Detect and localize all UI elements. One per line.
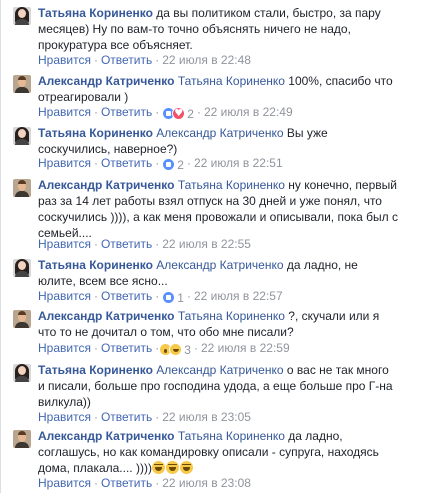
- mention-tag[interactable]: Татьяна Кориненко: [178, 178, 285, 192]
- separator: ·: [93, 237, 98, 251]
- avatar[interactable]: [13, 179, 31, 197]
- reactions[interactable]: 2: [162, 107, 194, 121]
- comment-actions: Нравится · Ответить · 22 июля в 23:05: [38, 410, 251, 424]
- mention-tag[interactable]: Татьяна Кориненко: [178, 74, 285, 88]
- separator: ·: [93, 289, 98, 303]
- separator: ·: [93, 156, 98, 170]
- separator: ·: [93, 410, 98, 424]
- mention-tag[interactable]: Татьяна Кориненко: [178, 309, 285, 323]
- like-link[interactable]: Нравится: [38, 156, 91, 170]
- separator: ·: [155, 237, 160, 251]
- reply-link[interactable]: Ответить: [101, 289, 152, 303]
- avatar[interactable]: [13, 127, 31, 145]
- comment-actions: Нравится · Ответить · 22 июля в 22:48: [38, 53, 251, 67]
- reply-link[interactable]: Ответить: [101, 53, 152, 67]
- like-link[interactable]: Нравится: [38, 237, 91, 251]
- timestamp[interactable]: 22 июля в 23:05: [162, 410, 251, 424]
- reactions[interactable]: 2: [162, 158, 184, 172]
- comment-author[interactable]: Татьяна Кориненко: [38, 258, 153, 272]
- separator: ·: [155, 53, 160, 67]
- timestamp[interactable]: 22 июля в 22:49: [204, 105, 293, 119]
- reply-link[interactable]: Ответить: [101, 156, 152, 170]
- love-reaction-icon: [172, 107, 186, 121]
- reaction-count: 2: [177, 158, 184, 172]
- comment-body: Александр Катриченко Татьяна Кориненко 1…: [38, 73, 398, 105]
- comment-body: Татьяна Кориненко Александр Катриченко В…: [38, 125, 398, 157]
- reply-link[interactable]: Ответить: [101, 476, 152, 490]
- comment-actions: Нравится · Ответить · 22 июля в 22:55: [38, 237, 251, 251]
- laughing-emoji-icon: [151, 461, 165, 474]
- separator: ·: [186, 289, 191, 303]
- timestamp[interactable]: 22 июля в 22:59: [201, 341, 290, 355]
- like-link[interactable]: Нравится: [38, 105, 91, 119]
- comment-body: Татьяна Кориненко да вы политиком стали,…: [38, 5, 398, 53]
- comment-actions: Нравится · Ответить · 1 · 22 июля в 22:57: [38, 289, 283, 305]
- avatar[interactable]: [13, 364, 31, 382]
- avatar[interactable]: [13, 259, 31, 277]
- comment-author[interactable]: Татьяна Кориненко: [38, 126, 153, 140]
- timestamp[interactable]: 22 июля в 22:57: [194, 289, 283, 303]
- like-link[interactable]: Нравится: [38, 410, 91, 424]
- avatar[interactable]: [13, 430, 31, 448]
- separator: ·: [155, 410, 160, 424]
- timestamp[interactable]: 22 июля в 22:48: [162, 53, 251, 67]
- comment-author[interactable]: Татьяна Кориненко: [38, 363, 153, 377]
- comment-body: Александр Катриченко Татьяна Кориненко ?…: [38, 308, 398, 340]
- separator: ·: [196, 105, 201, 119]
- reaction-count: 2: [187, 107, 194, 121]
- timestamp[interactable]: 22 июля в 22:55: [162, 237, 251, 251]
- comment-author[interactable]: Татьяна Кориненко: [38, 6, 153, 20]
- reaction-count: 1: [177, 291, 184, 305]
- reply-link[interactable]: Ответить: [101, 237, 152, 251]
- avatar[interactable]: [13, 75, 31, 93]
- comment-actions: Нравится · Ответить · 2 · 22 июля в 22:51: [38, 156, 283, 172]
- like-link[interactable]: Нравится: [38, 476, 91, 490]
- separator: ·: [155, 289, 160, 303]
- separator: ·: [186, 156, 191, 170]
- comment-body: Татьяна Кориненко Александр Катриченко д…: [38, 257, 398, 289]
- timestamp[interactable]: 22 июля в 23:08: [162, 476, 251, 490]
- comment-actions: Нравится · Ответить · 3 · 22 июля в 22:59: [38, 341, 290, 357]
- comment-thread: Татьяна Кориненко да вы политиком стали,…: [0, 0, 425, 493]
- separator: ·: [93, 476, 98, 490]
- like-reaction-icon: [162, 291, 176, 304]
- comment-author[interactable]: Александр Катриченко: [38, 74, 174, 88]
- separator: ·: [93, 105, 98, 119]
- reactions[interactable]: 3: [159, 343, 191, 357]
- avatar[interactable]: [13, 310, 31, 328]
- comment-body: Александр Катриченко Татьяна Кориненко н…: [38, 177, 398, 241]
- separator: ·: [93, 53, 98, 67]
- laughing-emoji-icon: [165, 461, 179, 474]
- comment-body: Татьяна Кориненко Александр Катриченко о…: [38, 362, 398, 410]
- haha-reaction-icon: [169, 343, 183, 356]
- avatar[interactable]: [13, 7, 31, 25]
- reply-link[interactable]: Ответить: [101, 410, 152, 424]
- like-reaction-icon: [162, 158, 176, 171]
- timestamp[interactable]: 22 июля в 22:51: [194, 156, 283, 170]
- laughing-emoji-icon: [179, 461, 193, 474]
- separator: ·: [155, 156, 160, 170]
- like-link[interactable]: Нравится: [38, 289, 91, 303]
- like-link[interactable]: Нравится: [38, 341, 91, 355]
- like-link[interactable]: Нравится: [38, 53, 91, 67]
- mention-tag[interactable]: Александр Катриченко: [156, 258, 283, 272]
- reaction-count: 3: [184, 343, 191, 357]
- reactions[interactable]: 1: [162, 291, 184, 305]
- separator: ·: [193, 341, 198, 355]
- comment-actions: Нравится · Ответить · 22 июля в 23:08: [38, 476, 251, 490]
- reply-link[interactable]: Ответить: [101, 105, 152, 119]
- comment-author[interactable]: Александр Катриченко: [38, 178, 174, 192]
- comment-body: Александр Катриченко Татьяна Кориненко д…: [38, 428, 398, 476]
- mention-tag[interactable]: Татьяна Кориненко: [178, 429, 285, 443]
- separator: ·: [155, 476, 160, 490]
- mention-tag[interactable]: Александр Катриченко: [156, 126, 283, 140]
- mention-tag[interactable]: Александр Катриченко: [156, 363, 283, 377]
- comment-actions: Нравится·Ответить·2·22 июля в 22:49: [38, 105, 293, 121]
- separator: ·: [93, 341, 98, 355]
- separator: ·: [155, 105, 160, 119]
- comment-author[interactable]: Александр Катриченко: [38, 309, 174, 323]
- reply-link[interactable]: Ответить: [101, 341, 152, 355]
- comment-author[interactable]: Александр Катриченко: [38, 429, 174, 443]
